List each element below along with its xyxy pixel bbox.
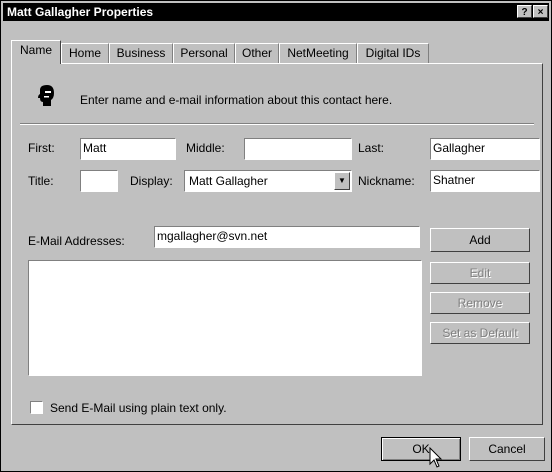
intro-text: Enter name and e-mail information about … [80, 93, 393, 107]
email-input-field[interactable] [154, 226, 420, 248]
nickname-field[interactable] [430, 170, 540, 192]
header-divider [20, 123, 534, 125]
display-dropdown[interactable]: Matt Gallagher ▼ [184, 170, 352, 192]
middle-name-input[interactable] [247, 141, 349, 155]
display-label: Display: [130, 174, 173, 188]
title-label: Title: [28, 174, 54, 188]
cancel-button[interactable]: Cancel [469, 437, 545, 461]
close-button[interactable]: × [533, 5, 548, 18]
tab-business[interactable]: Business [109, 43, 173, 63]
first-name-label: First: [28, 141, 55, 155]
remove-button[interactable]: Remove [430, 292, 530, 314]
help-button[interactable]: ? [517, 5, 532, 18]
nickname-input[interactable] [433, 173, 537, 187]
edit-button[interactable]: Edit [430, 262, 530, 284]
tab-personal[interactable]: Personal [173, 43, 235, 63]
properties-dialog: Matt Gallagher Properties ? × Name Home … [0, 0, 552, 472]
tab-home[interactable]: Home [61, 43, 109, 63]
title-bar[interactable]: Matt Gallagher Properties ? × [3, 3, 549, 21]
set-as-default-button[interactable]: Set as Default [430, 322, 530, 344]
nickname-label: Nickname: [358, 174, 415, 188]
plain-text-label: Send E-Mail using plain text only. [50, 401, 227, 415]
plain-text-checkbox[interactable] [30, 401, 43, 414]
mouse-cursor-icon [429, 447, 443, 468]
email-input[interactable] [157, 229, 417, 243]
last-name-input[interactable] [433, 141, 537, 155]
add-button[interactable]: Add [430, 228, 530, 252]
chevron-down-icon[interactable]: ▼ [334, 172, 350, 190]
email-address-list[interactable] [28, 260, 422, 376]
title-field[interactable] [80, 170, 118, 192]
first-name-input[interactable] [83, 141, 173, 155]
name-tab-panel: Enter name and e-mail information about … [11, 63, 543, 425]
middle-name-field[interactable] [244, 138, 352, 160]
ok-button[interactable]: OK [381, 437, 461, 461]
title-input[interactable] [83, 173, 115, 187]
tab-other[interactable]: Other [235, 43, 279, 63]
middle-name-label: Middle: [186, 141, 225, 155]
email-label: E-Mail Addresses: [28, 234, 125, 248]
tab-name[interactable]: Name [11, 40, 61, 64]
last-name-field[interactable] [430, 138, 540, 160]
display-selected-value: Matt Gallagher [189, 174, 268, 188]
contact-head-icon [38, 85, 54, 106]
tab-digital-ids[interactable]: Digital IDs [357, 43, 429, 63]
window-title: Matt Gallagher Properties [7, 5, 154, 19]
tab-netmeeting[interactable]: NetMeeting [279, 43, 357, 63]
last-name-label: Last: [358, 141, 385, 155]
first-name-field[interactable] [80, 138, 176, 160]
